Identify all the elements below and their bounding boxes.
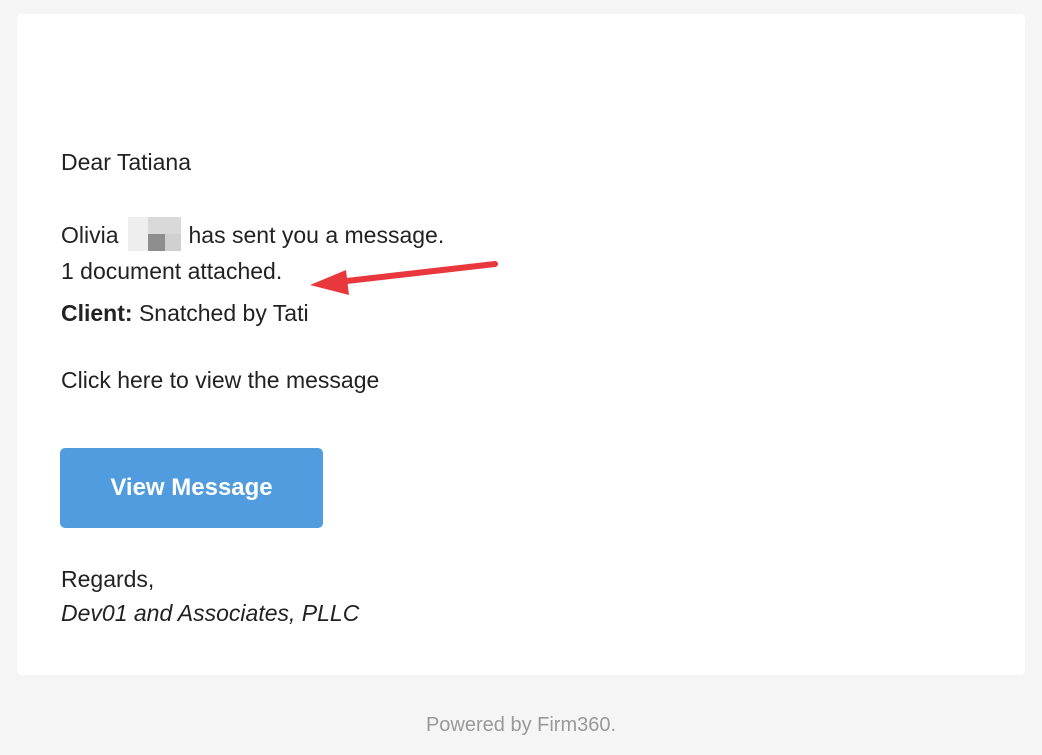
email-card: Dear Tatiana Olivia has sent you a messag… xyxy=(17,14,1025,675)
client-line: Client: Snatched by Tati xyxy=(61,299,309,327)
client-name: Snatched by Tati xyxy=(138,300,309,326)
closing: Regards, xyxy=(61,566,155,592)
click-instruction: Click here to view the message xyxy=(61,367,380,393)
redacted-last-name xyxy=(127,217,181,251)
view-message-button[interactable]: View Message xyxy=(60,448,323,528)
attachment-count: 1 document attached. xyxy=(61,258,283,284)
sender-line: Olivia has sent you a message. xyxy=(61,217,444,251)
arrow-head-icon xyxy=(310,270,349,295)
red-arrow-annotation xyxy=(310,261,498,295)
firm-name: Dev01 and Associates, PLLC xyxy=(61,600,360,626)
greeting: Dear Tatiana xyxy=(61,149,191,175)
client-label: Client: xyxy=(61,300,133,326)
sender-first-name: Olivia xyxy=(61,222,119,248)
arrow-shaft xyxy=(335,261,498,285)
sender-message: has sent you a message. xyxy=(188,222,445,248)
powered-by-footer: Powered by Firm360. xyxy=(425,714,617,736)
